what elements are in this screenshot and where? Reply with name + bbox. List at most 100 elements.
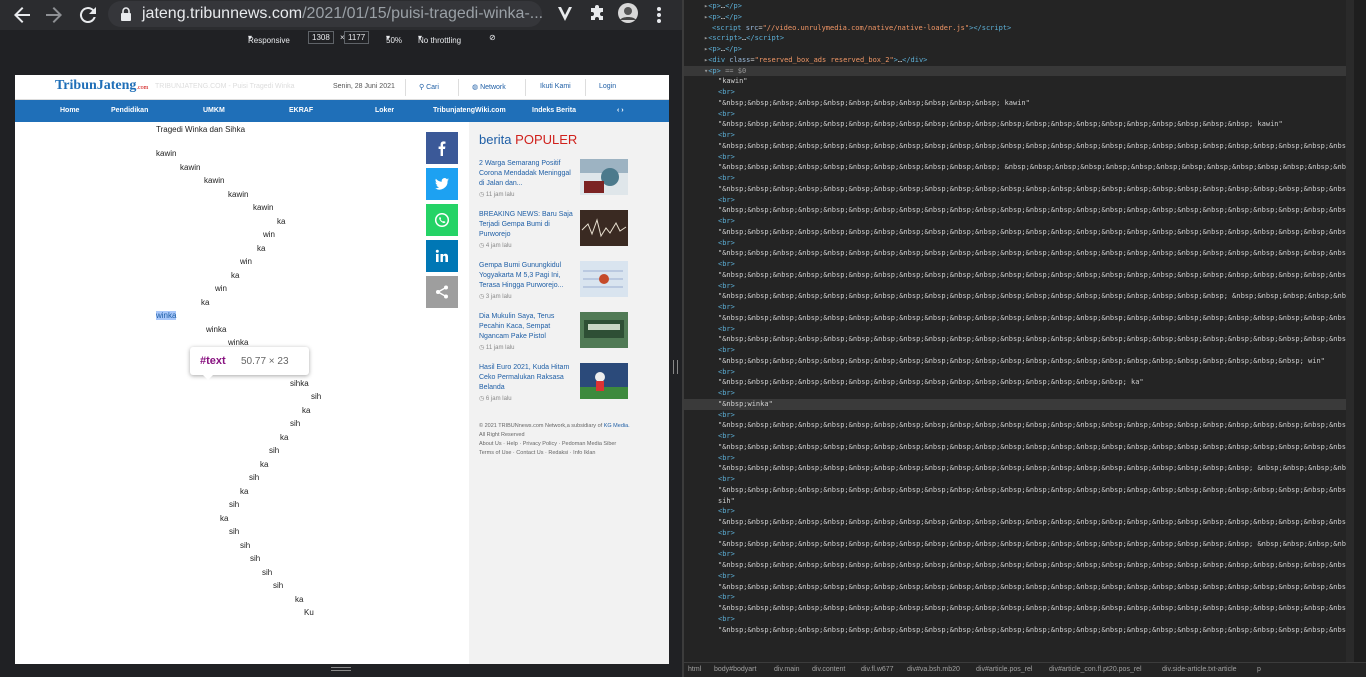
footer-link[interactable]: About Us	[479, 441, 502, 447]
vpn-extension-icon[interactable]	[555, 4, 575, 24]
footer-link[interactable]: Redaksi	[548, 450, 568, 456]
dom-node-line[interactable]: <br>	[684, 195, 1354, 206]
nav-item-home[interactable]: Home	[60, 107, 79, 114]
dom-node-line[interactable]: <br>	[684, 474, 1354, 485]
nav-scroll-arrows[interactable]: ‹ ›	[617, 107, 624, 114]
dom-node-line[interactable]: <br>	[684, 506, 1354, 517]
dom-node-line[interactable]: ▸<p>…</p>	[684, 1, 1354, 12]
dom-node-line[interactable]: <br>	[684, 453, 1354, 464]
dom-node-line[interactable]: "&nbsp;&nbsp;&nbsp;&nbsp;&nbsp;&nbsp;&nb…	[684, 98, 1354, 109]
follow-button[interactable]: Ikuti Kami	[540, 83, 571, 90]
share-facebook-button[interactable]	[426, 132, 458, 164]
dom-node-line[interactable]: <br>	[684, 324, 1354, 335]
dom-node-line[interactable]: ▸<div class="reserved_box_ads reserved_b…	[684, 55, 1354, 66]
dom-node-line[interactable]: <br>	[684, 592, 1354, 603]
breadcrumb-item[interactable]: html	[688, 666, 701, 673]
dom-node-line[interactable]: <br>	[684, 281, 1354, 292]
dom-node-line[interactable]: "&nbsp;&nbsp;&nbsp;&nbsp;&nbsp;&nbsp;&nb…	[684, 603, 1354, 614]
breadcrumb-item[interactable]: p	[1257, 666, 1261, 673]
dom-node-line[interactable]: "&nbsp;&nbsp;&nbsp;&nbsp;&nbsp;&nbsp;&nb…	[684, 227, 1354, 238]
popular-item-title[interactable]: 2 Warga Semarang Positif Corona Mendadak…	[479, 159, 575, 189]
footer-link[interactable]: Privacy Policy	[523, 441, 557, 447]
dom-node-line[interactable]: "&nbsp;&nbsp;&nbsp;&nbsp;&nbsp;&nbsp;&nb…	[684, 270, 1354, 281]
login-button[interactable]: Login	[599, 83, 616, 90]
dom-node-line[interactable]: "&nbsp;&nbsp;&nbsp;&nbsp;&nbsp;&nbsp;&nb…	[684, 334, 1354, 345]
dom-node-line[interactable]: <br>	[684, 614, 1354, 625]
reload-icon[interactable]	[76, 3, 100, 27]
rotate-icon[interactable]: ⊘	[489, 33, 496, 42]
popular-item-title[interactable]: Dia Mukulin Saya, Terus Pecahin Kaca, Se…	[479, 312, 575, 342]
popular-item-thumbnail[interactable]	[580, 210, 628, 246]
dom-node-line[interactable]: "&nbsp;&nbsp;&nbsp;&nbsp;&nbsp;&nbsp;&nb…	[684, 141, 1354, 152]
dom-node-line[interactable]: "&nbsp;&nbsp;&nbsp;&nbsp;&nbsp;&nbsp;&nb…	[684, 313, 1354, 324]
dom-node-line[interactable]: <br>	[684, 130, 1354, 141]
breadcrumb-item[interactable]: body#bodyart	[714, 666, 756, 673]
nav-item-tribunjatengwiki[interactable]: TribunjatengWiki.com	[433, 107, 506, 114]
dom-node-line[interactable]: "&nbsp;&nbsp;&nbsp;&nbsp;&nbsp;&nbsp;&nb…	[684, 560, 1354, 571]
dom-node-line[interactable]: "&nbsp;&nbsp;&nbsp;&nbsp;&nbsp;&nbsp;&nb…	[684, 442, 1354, 453]
dom-node-line[interactable]: ▸<p>…</p>	[684, 44, 1354, 55]
dom-node-line[interactable]: sih"	[684, 496, 1354, 507]
dom-node-line[interactable]: "&nbsp;&nbsp;&nbsp;&nbsp;&nbsp;&nbsp;&nb…	[684, 248, 1354, 259]
dom-node-line[interactable]: <br>	[684, 571, 1354, 582]
dom-node-line[interactable]: ▾<p> == $0	[684, 65, 1354, 77]
nav-item-ekraf[interactable]: EKRAF	[289, 107, 313, 114]
dom-node-line[interactable]: <br>	[684, 173, 1354, 184]
share-whatsapp-button[interactable]	[426, 204, 458, 236]
footer-link[interactable]: Info Iklan	[573, 450, 595, 456]
viewport-resize-handle[interactable]	[331, 667, 351, 671]
viewport-width-input[interactable]: 1308	[308, 31, 334, 44]
dom-node-line[interactable]: "&nbsp;&nbsp;&nbsp;&nbsp;&nbsp;&nbsp;&nb…	[684, 184, 1354, 195]
dom-node-line[interactable]: <br>	[684, 109, 1354, 120]
dom-node-line[interactable]: <br>	[684, 152, 1354, 163]
popular-item-title[interactable]: Hasil Euro 2021, Kuda Hitam Ceko Permalu…	[479, 363, 575, 393]
address-bar[interactable]: jateng.tribunnews.com/2021/01/15/puisi-t…	[108, 1, 636, 27]
share-more-button[interactable]	[426, 276, 458, 308]
breadcrumb-item[interactable]: div.content	[812, 666, 845, 673]
share-twitter-button[interactable]	[426, 168, 458, 200]
dom-node-line[interactable]: <script src="//video.unrulymedia.com/nat…	[684, 23, 1354, 34]
footer-link[interactable]: Help	[507, 441, 518, 447]
breadcrumb-item[interactable]: div.main	[774, 666, 800, 673]
avatar[interactable]	[617, 2, 639, 24]
dom-node-line[interactable]: <br>	[684, 87, 1354, 98]
breadcrumb-item[interactable]: div.side-article.txt-article	[1162, 666, 1237, 673]
dom-node-line[interactable]: <br>	[684, 259, 1354, 270]
dom-node-line[interactable]: <br>	[684, 410, 1354, 421]
nav-item-loker[interactable]: Loker	[375, 107, 394, 114]
popular-item-thumbnail[interactable]	[580, 312, 628, 348]
dom-node-line[interactable]: "&nbsp;&nbsp;&nbsp;&nbsp;&nbsp;&nbsp;&nb…	[684, 162, 1354, 173]
dom-node-line[interactable]: "&nbsp;&nbsp;&nbsp;&nbsp;&nbsp;&nbsp;&nb…	[684, 291, 1354, 302]
dom-node-line[interactable]: ▸<script>…</script>	[684, 33, 1354, 44]
nav-item-umkm[interactable]: UMKM	[203, 107, 225, 114]
dom-node-line[interactable]: <br>	[684, 528, 1354, 539]
viewport-height-input[interactable]: 1177	[344, 31, 370, 44]
footer-link[interactable]: Pedoman Media Siber	[562, 441, 616, 447]
dom-node-line[interactable]: <br>	[684, 367, 1354, 378]
dom-node-line[interactable]: "&nbsp;&nbsp;&nbsp;&nbsp;&nbsp;&nbsp;&nb…	[684, 356, 1354, 367]
dom-node-line[interactable]: <br>	[684, 238, 1354, 249]
nav-item-indeks-berita[interactable]: Indeks Berita	[532, 107, 576, 114]
dom-node-line[interactable]: ▸<p>…</p>	[684, 12, 1354, 23]
dom-node-line[interactable]: <br>	[684, 302, 1354, 313]
footer-link[interactable]: Contact Us	[516, 450, 543, 456]
dom-node-line[interactable]: "kawin"	[684, 76, 1354, 87]
nav-item-pendidikan[interactable]: Pendidikan	[111, 107, 148, 114]
search-button[interactable]: ⚲ Cari	[419, 83, 439, 91]
popular-item-title[interactable]: BREAKING NEWS: Baru Saja Terjadi Gempa B…	[479, 210, 575, 240]
dom-node-line[interactable]: "&nbsp;&nbsp;&nbsp;&nbsp;&nbsp;&nbsp;&nb…	[684, 119, 1354, 130]
site-logo[interactable]: TribunJateng.com	[55, 78, 148, 94]
forward-icon[interactable]	[42, 3, 66, 27]
dom-node-line[interactable]: "&nbsp;&nbsp;&nbsp;&nbsp;&nbsp;&nbsp;&nb…	[684, 582, 1354, 593]
dom-node-line[interactable]: "&nbsp;&nbsp;&nbsp;&nbsp;&nbsp;&nbsp;&nb…	[684, 420, 1354, 431]
dom-node-line[interactable]: <br>	[684, 388, 1354, 399]
device-mode-select[interactable]: Responsive ▾	[248, 33, 290, 45]
devtools-scrollbar[interactable]	[1346, 0, 1354, 677]
footer-link[interactable]: Terms of Use	[479, 450, 511, 456]
popular-item-thumbnail[interactable]	[580, 261, 628, 297]
chrome-menu-icon[interactable]	[647, 3, 671, 27]
dom-node-line[interactable]: "&nbsp;&nbsp;&nbsp;&nbsp;&nbsp;&nbsp;&nb…	[684, 205, 1354, 216]
breadcrumb-item[interactable]: div#va.bsh.mb20	[907, 666, 960, 673]
popular-item-title[interactable]: Gempa Bumi Gunungkidul Yogyakarta M 5,3 …	[479, 261, 575, 291]
dom-node-line[interactable]: <br>	[684, 216, 1354, 227]
